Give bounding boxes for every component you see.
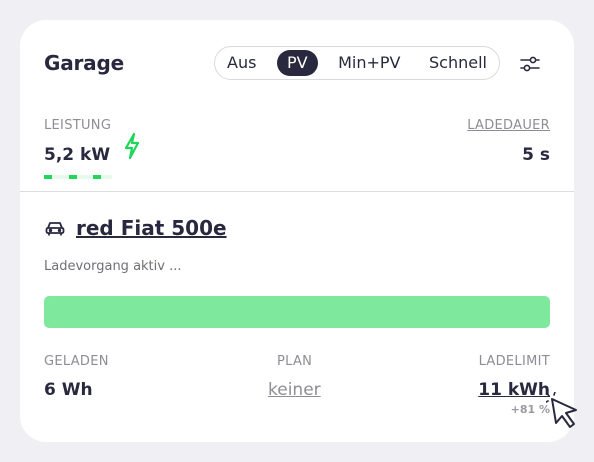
power-value: 5,2 kW bbox=[44, 145, 111, 165]
mode-off-button[interactable]: Aus bbox=[219, 50, 264, 76]
sliders-icon[interactable] bbox=[518, 52, 542, 76]
limit-percent: +81 % bbox=[510, 403, 550, 416]
charge-progress-fill bbox=[44, 296, 550, 328]
power-activity-indicator bbox=[44, 175, 112, 179]
power-label: LEISTUNG bbox=[44, 118, 112, 133]
loadpoint-card: Garage Aus PV Min+PV Schnell LEISTUNG 5,… bbox=[20, 20, 574, 442]
charged-label: GELADEN bbox=[44, 354, 109, 369]
duration-label-link[interactable]: LADEDAUER bbox=[467, 118, 550, 133]
limit-label: LADELIMIT bbox=[478, 354, 550, 369]
lightning-icon bbox=[124, 132, 140, 160]
plan-value-link[interactable]: keiner bbox=[268, 380, 321, 400]
cursor-icon bbox=[546, 392, 577, 428]
plan-label: PLAN bbox=[277, 354, 313, 369]
mode-selector: Aus PV Min+PV Schnell bbox=[214, 46, 500, 80]
duration-value: 5 s bbox=[522, 145, 550, 165]
charging-status: Ladevorgang aktiv ... bbox=[44, 259, 182, 274]
loadpoint-title: Garage bbox=[44, 51, 124, 75]
mode-minpv-button[interactable]: Min+PV bbox=[330, 50, 408, 76]
charged-value: 6 Wh bbox=[44, 380, 93, 400]
mode-fast-button[interactable]: Schnell bbox=[421, 50, 495, 76]
vehicle-name-link[interactable]: red Fiat 500e bbox=[76, 216, 227, 240]
divider bbox=[20, 191, 574, 192]
car-icon bbox=[45, 222, 65, 236]
mode-pv-button[interactable]: PV bbox=[276, 50, 318, 76]
limit-value-link[interactable]: 11 kWh bbox=[478, 380, 550, 400]
charge-progress-bar bbox=[44, 296, 550, 328]
